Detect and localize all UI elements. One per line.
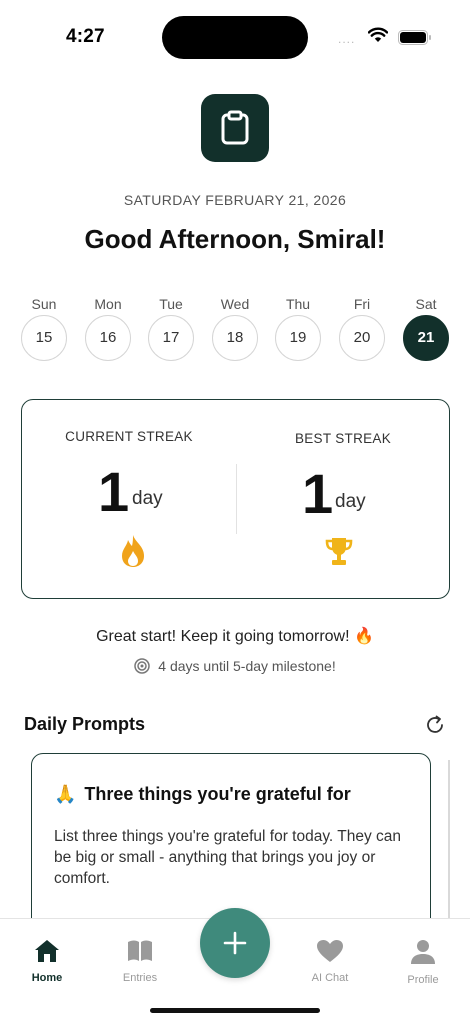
day-name: Tue: [159, 296, 183, 312]
day-sun[interactable]: Sun 15: [21, 294, 67, 361]
tab-entries[interactable]: Entries: [105, 939, 175, 984]
tab-ai-chat-label: AI Chat: [311, 972, 349, 984]
tab-home[interactable]: Home: [12, 939, 82, 984]
best-streak: BEST STREAK 1 day: [236, 400, 450, 600]
week-strip: Sun 15 Mon 16 Tue 17 Wed 18 Thu 19 Fri 2…: [0, 294, 470, 364]
trophy-icon: [325, 538, 353, 565]
day-name: Fri: [353, 296, 371, 312]
greeting-heading: Good Afternoon, Smiral!: [84, 224, 386, 254]
status-bar: 4:27 ....: [0, 0, 470, 76]
milestone-row: 4 days until 5-day milestone!: [0, 658, 470, 674]
streak-card: CURRENT STREAK 1 day BEST STREAK 1 day: [21, 399, 450, 599]
tab-entries-label: Entries: [122, 972, 158, 984]
day-number: 18: [212, 315, 258, 361]
best-streak-unit: day: [335, 491, 366, 512]
clipboard-icon: [221, 110, 249, 145]
day-sat-selected[interactable]: Sat 21: [403, 294, 449, 361]
best-streak-value: 1: [302, 462, 334, 525]
prompt-body: List three things you're grateful for to…: [54, 828, 402, 887]
flame-icon: [122, 535, 144, 567]
signal-dots: ....: [338, 32, 356, 46]
new-entry-button[interactable]: [200, 908, 270, 978]
plus-icon: [223, 931, 247, 955]
daily-prompts-title: Daily Prompts: [24, 714, 146, 734]
day-name: Sun: [31, 296, 57, 312]
prompt-title: 🙏 Three things you're grateful for: [54, 784, 351, 805]
day-thu[interactable]: Thu 19: [275, 294, 321, 361]
day-mon[interactable]: Mon 16: [85, 294, 131, 361]
tab-ai-chat[interactable]: AI Chat: [295, 939, 365, 984]
current-streak-label: CURRENT STREAK: [65, 429, 193, 444]
day-wed[interactable]: Wed 18: [212, 294, 258, 361]
day-number: 20: [339, 315, 385, 361]
tab-home-label: Home: [31, 972, 63, 984]
tab-profile[interactable]: Profile: [388, 939, 458, 986]
day-number: 19: [275, 315, 321, 361]
day-name: Thu: [285, 296, 311, 312]
book-icon: [128, 940, 152, 961]
home-icon: [35, 940, 59, 962]
refresh-icon[interactable]: [424, 714, 446, 736]
best-streak-label: BEST STREAK: [294, 431, 392, 446]
current-streak-unit: day: [132, 488, 163, 509]
encouragement-message: Great start! Keep it going tomorrow! 🔥: [96, 628, 374, 645]
day-number: 15: [21, 315, 67, 361]
day-fri[interactable]: Fri 20: [339, 294, 385, 361]
day-name: Mon: [94, 296, 122, 312]
person-icon: [411, 940, 435, 964]
current-streak: CURRENT STREAK 1 day: [22, 400, 236, 600]
home-indicator[interactable]: [150, 1008, 320, 1013]
dynamic-island: [162, 16, 308, 59]
day-number: 17: [148, 315, 194, 361]
tab-profile-label: Profile: [407, 974, 439, 986]
wifi-icon: [368, 27, 388, 42]
target-icon: [134, 658, 151, 674]
day-name: Sat: [415, 296, 437, 312]
day-number: 21: [403, 315, 449, 361]
praying-hands-icon: 🙏: [54, 784, 77, 804]
battery-icon: [398, 30, 431, 45]
day-tue[interactable]: Tue 17: [148, 294, 194, 361]
day-name: Wed: [220, 296, 250, 312]
current-date: SATURDAY FEBRUARY 21, 2026: [123, 192, 347, 208]
current-streak-value: 1: [98, 460, 130, 523]
app-logo: [201, 94, 269, 162]
milestone-text: 4 days until 5-day milestone!: [158, 658, 336, 674]
prompt-title-text: Three things you're grateful for: [84, 784, 351, 804]
status-time: 4:27: [66, 26, 105, 47]
heart-icon: [317, 940, 343, 962]
day-number: 16: [85, 315, 131, 361]
